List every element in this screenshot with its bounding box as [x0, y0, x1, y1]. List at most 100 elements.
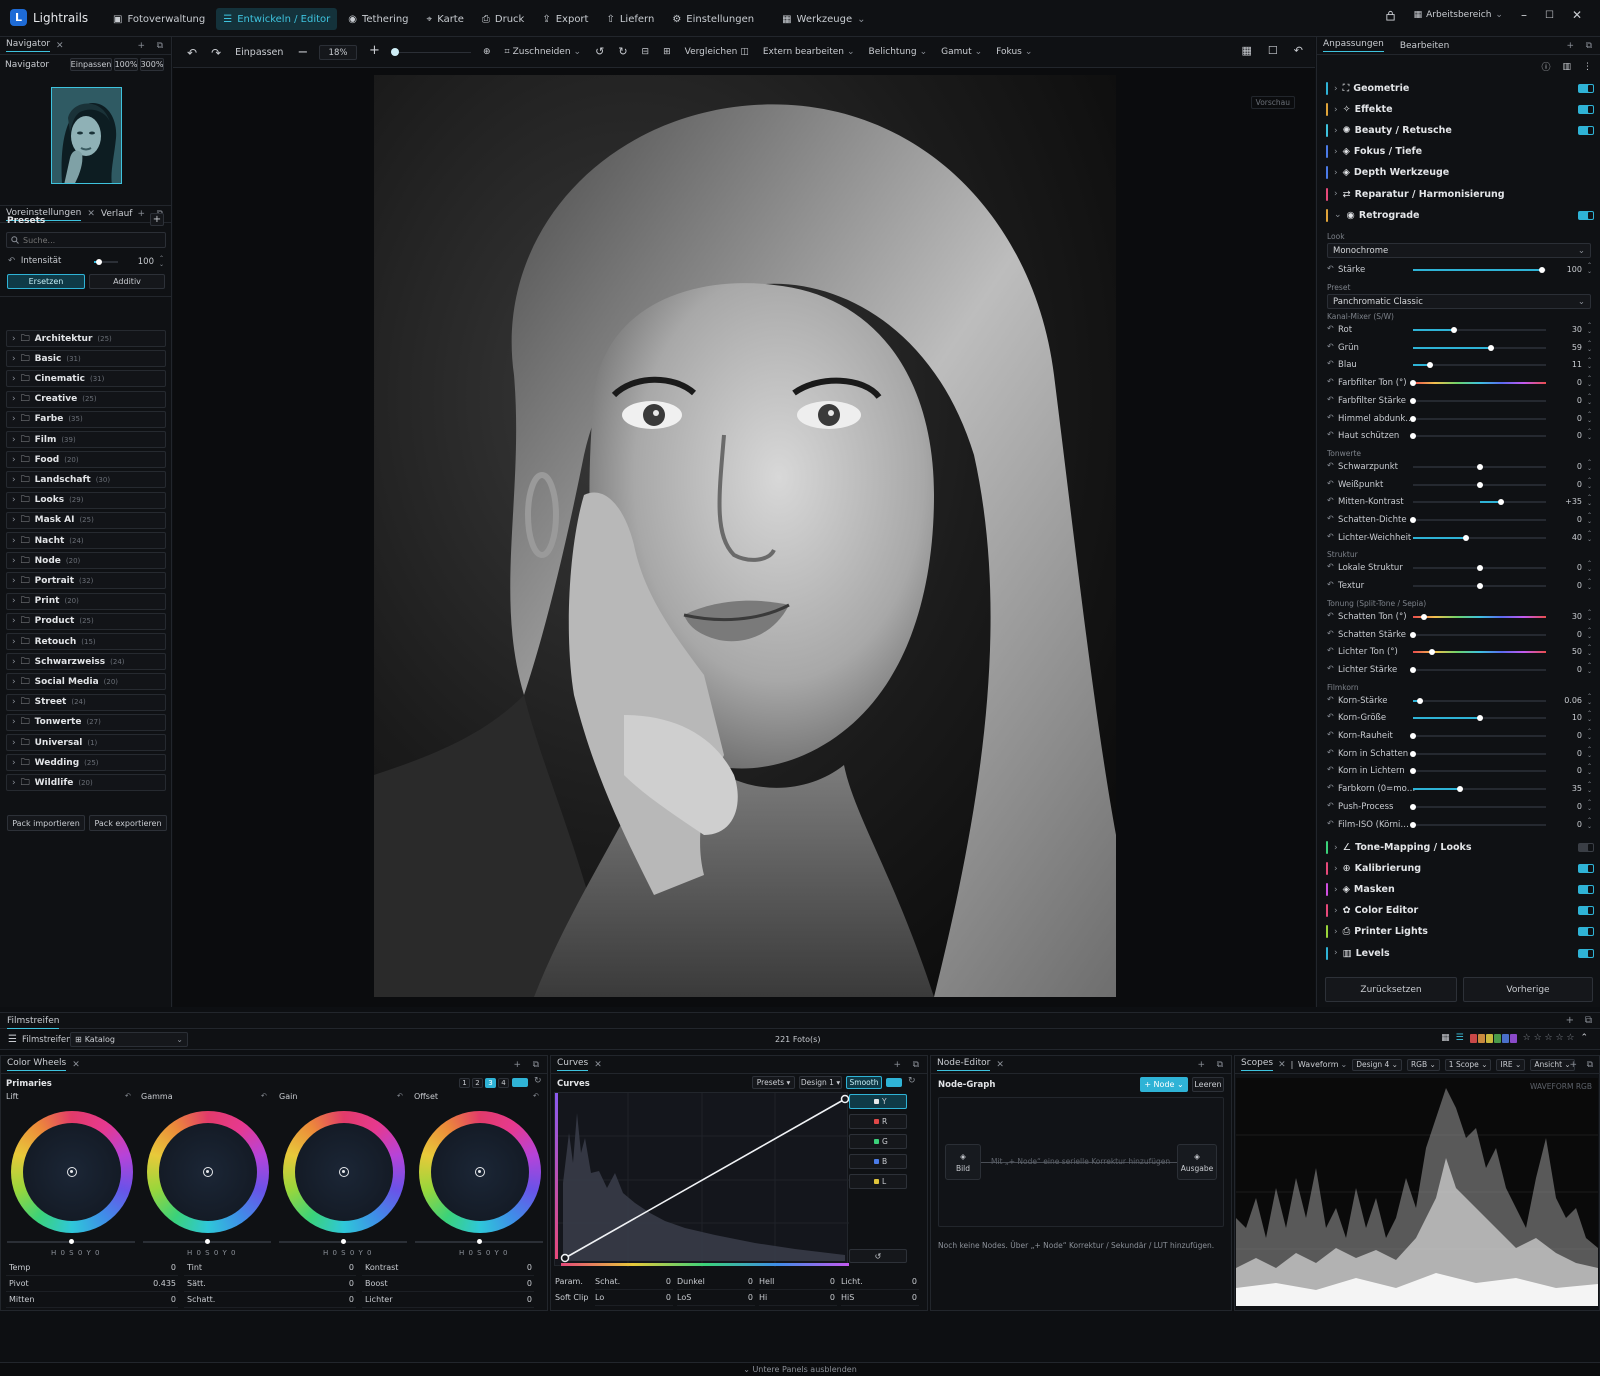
param-slider[interactable] — [1413, 499, 1546, 506]
reset-icon[interactable]: ↶ — [1327, 765, 1334, 774]
preset-folder[interactable]: › 🗀 Tonwerte (27) — [6, 713, 166, 731]
color-label-swatch[interactable] — [1469, 1033, 1477, 1043]
channel-g-button[interactable]: G — [849, 1134, 907, 1149]
param-slider[interactable] — [1410, 380, 1546, 387]
spinner-icon[interactable]: ⌃ ⌄ — [1587, 729, 1592, 741]
preset-folder[interactable]: › 🗀 Social Media (20) — [6, 673, 166, 691]
color-wheel[interactable] — [11, 1111, 133, 1233]
reset-icon[interactable]: ↶ — [1327, 695, 1334, 704]
focus-menu[interactable]: Fokus ⌄ — [996, 47, 1032, 57]
reset-icon[interactable]: ↶ — [1327, 479, 1334, 488]
wheel-center-handle[interactable] — [67, 1167, 77, 1177]
preset-folder[interactable]: › 🗀 Architektur (25) — [6, 330, 166, 347]
spinner-icon[interactable]: ⌃ ⌄ — [1587, 579, 1592, 591]
popout-icon[interactable]: ⧉ — [913, 1060, 919, 1070]
reset-icon[interactable]: ↶ — [1327, 819, 1334, 828]
curve-param-value[interactable]: 0 — [717, 1277, 753, 1286]
param-slider[interactable] — [1410, 733, 1546, 739]
spinner-icon[interactable]: ⌃ ⌄ — [1587, 764, 1592, 776]
add-preset-button[interactable]: + — [150, 213, 164, 226]
primaries-param-value[interactable]: 0 — [126, 1295, 176, 1304]
reset-icon[interactable]: ↶ — [261, 1092, 267, 1100]
param-slider[interactable] — [1410, 666, 1546, 673]
workspace-menu[interactable]: ▦ Arbeitsbereich ⌄ — [1414, 10, 1503, 20]
rating-filter-stars[interactable]: ☆ ☆ ☆ ☆ ☆ — [1523, 1033, 1575, 1043]
curve-param-value[interactable]: 0 — [881, 1277, 917, 1286]
smooth-button[interactable]: Smooth — [846, 1076, 882, 1089]
section-toggle[interactable] — [1578, 948, 1594, 958]
slider-knob[interactable] — [341, 1239, 346, 1244]
nav-item[interactable]: ⌖ Karte — [420, 8, 471, 30]
nav-item[interactable]: ☰ Entwickeln / Editor — [216, 8, 338, 30]
color-wheel[interactable] — [419, 1111, 541, 1233]
replace-mode-button[interactable]: Ersetzen — [7, 274, 85, 289]
param-slider[interactable] — [1413, 786, 1546, 793]
wheel-center-handle[interactable] — [475, 1167, 485, 1177]
fit-button[interactable]: Einpassen — [235, 47, 283, 58]
preset-folder[interactable]: › 🗀 Farbe (35) — [6, 410, 166, 428]
scope-unit-select[interactable]: IRE ⌄ — [1496, 1058, 1526, 1071]
spinner-icon[interactable]: ⌃ ⌄ — [1587, 530, 1592, 543]
external-edit-menu[interactable]: Extern bearbeiten ⌄ — [763, 47, 855, 57]
tab-filmstrip[interactable]: Filmstreifen — [7, 1016, 60, 1029]
slider-knob[interactable] — [69, 1239, 74, 1244]
reset-icon[interactable]: ↶ — [1327, 395, 1334, 404]
param-slider[interactable] — [1410, 517, 1546, 523]
spinner-icon[interactable]: ⌃ ⌄ — [1587, 513, 1592, 525]
param-slider[interactable] — [1413, 327, 1546, 333]
section-tone-mapping-looks[interactable]: › ∠ Tone-Mapping / Looks — [1326, 838, 1594, 857]
clear-nodes-button[interactable]: Leeren — [1192, 1077, 1224, 1092]
reset-icon[interactable]: ↻ — [534, 1076, 542, 1086]
nav-item[interactable]: ⎙ Druck — [475, 8, 531, 30]
additive-mode-button[interactable]: Additiv — [89, 274, 165, 289]
color-wheel[interactable] — [147, 1111, 269, 1233]
curve-design-menu[interactable]: Design 1 ▾ — [799, 1076, 842, 1089]
scope-mode-select[interactable]: | Waveform ⌄ — [1291, 1060, 1348, 1069]
curve-param-value[interactable]: 0 — [799, 1277, 835, 1286]
slider-knob[interactable] — [1476, 715, 1483, 722]
section-toggle[interactable] — [1578, 906, 1594, 916]
reset-icon[interactable]: ↶ — [1327, 413, 1334, 422]
slider-knob[interactable] — [1410, 380, 1416, 387]
reset-icon[interactable]: ↶ — [1327, 342, 1334, 351]
preset-folder[interactable]: › 🗀 Wildlife (20) — [6, 774, 166, 792]
add-tab-icon[interactable]: + — [1566, 1015, 1574, 1026]
spinner-icon[interactable]: ⌃ ⌄ — [159, 256, 164, 268]
section-toggle[interactable] — [1578, 84, 1594, 93]
curve-graph[interactable] — [554, 1092, 849, 1267]
zoom-out-icon[interactable]: − — [297, 45, 308, 60]
preset-folder[interactable]: › 🗀 Nacht (24) — [6, 532, 166, 549]
spinner-icon[interactable]: ⌃ ⌄ — [1587, 323, 1592, 335]
spinner-icon[interactable]: ⌃ ⌄ — [1587, 340, 1592, 353]
reset-icon[interactable]: ↶ — [1327, 748, 1334, 757]
color-label-swatch[interactable] — [1501, 1033, 1509, 1043]
preset-folder[interactable]: › 🗀 Print (20) — [6, 592, 166, 610]
preset-folder[interactable]: › 🗀 Cinematic (31) — [6, 370, 166, 388]
color-label-swatch[interactable] — [1509, 1033, 1517, 1043]
search-input[interactable] — [23, 235, 153, 245]
list-icon[interactable]: ☰ — [1456, 1033, 1464, 1043]
wheel-master-slider[interactable] — [279, 1239, 407, 1244]
slider-knob[interactable] — [1410, 666, 1416, 673]
curve-param-value[interactable]: 0 — [717, 1293, 753, 1302]
close-tab-icon[interactable]: ✕ — [72, 1060, 80, 1070]
preset-folder[interactable]: › 🗀 Landschaft (30) — [6, 471, 166, 489]
slider-knob[interactable] — [1456, 786, 1463, 793]
tab-color-wheels[interactable]: Color Wheels — [7, 1058, 67, 1071]
section-toggle[interactable] — [1578, 105, 1594, 115]
scope-count-select[interactable]: 1 Scope ⌄ — [1444, 1058, 1492, 1071]
preset-folder[interactable]: › 🗀 Node (20) — [6, 552, 166, 570]
reset-icon[interactable]: ↶ — [1327, 629, 1334, 638]
primaries-param-value[interactable]: 0 — [482, 1279, 532, 1288]
preset-folder[interactable]: › 🗀 Film (39) — [6, 431, 166, 448]
add-tab-icon[interactable]: + — [1197, 1060, 1205, 1070]
tab-history[interactable]: Verlauf — [101, 209, 133, 219]
scope-view-select[interactable]: Ansicht ⌄ — [1530, 1058, 1575, 1071]
preset-folder[interactable]: › 🗀 Portrait (32) — [6, 572, 166, 590]
close-tab-icon[interactable]: ✕ — [56, 41, 64, 51]
node-canvas[interactable]: ◈ Bild Mit „+ Node“ eine serielle Korrekt… — [938, 1097, 1224, 1227]
nav-item[interactable]: ⇧ Liefern — [599, 8, 661, 30]
channel-b-button[interactable]: B — [849, 1154, 907, 1169]
slider-knob[interactable] — [1410, 433, 1416, 440]
section-toggle[interactable] — [1578, 885, 1594, 895]
